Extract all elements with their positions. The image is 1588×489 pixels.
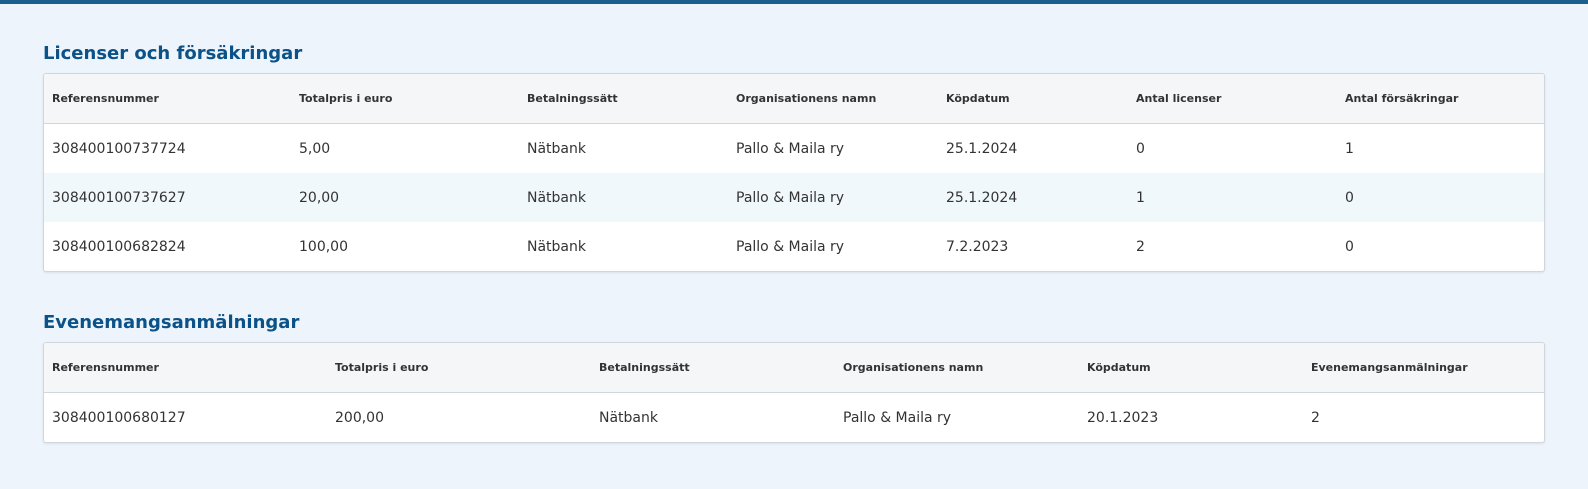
cell-evenemangsanmalningar: 2: [1311, 409, 1320, 426]
cell-betalningssatt: Nätbank: [519, 173, 728, 222]
cell-betalningssatt: Nätbank: [527, 238, 586, 255]
licenses-table: Referensnummer Totalpris i euro Betalnin…: [44, 74, 1544, 271]
cell-referensnummer: 308400100737627: [44, 173, 291, 222]
events-table-container: Referensnummer Totalpris i euro Betalnin…: [43, 342, 1545, 443]
column-header-referensnummer[interactable]: Referensnummer: [44, 74, 291, 124]
cell-antal-forsakringar: 0: [1345, 238, 1354, 255]
column-header-kopdatum[interactable]: Köpdatum: [1079, 343, 1303, 393]
table-row[interactable]: 308400100680127 200,00 Nätbank Pallo & M…: [44, 393, 1544, 443]
licenses-table-container: Referensnummer Totalpris i euro Betalnin…: [43, 73, 1545, 272]
column-header-antal-forsakringar[interactable]: Antal försäkringar: [1337, 74, 1544, 124]
cell-referensnummer: 308400100737724: [52, 140, 186, 157]
column-header-antal-licenser[interactable]: Antal licenser: [1128, 74, 1337, 124]
table-row[interactable]: 308400100682824 100,00 Nätbank Pallo & M…: [44, 222, 1544, 271]
cell-kopdatum: 25.1.2024: [938, 173, 1128, 222]
cell-kopdatum: 20.1.2023: [1087, 409, 1159, 426]
licenses-section-title: Licenser och försäkringar: [43, 43, 303, 64]
cell-totalpris: 200,00: [335, 409, 384, 426]
cell-referensnummer: 308400100682824: [52, 238, 186, 255]
events-section-title: Evenemangsanmälningar: [43, 312, 300, 333]
column-header-referensnummer[interactable]: Referensnummer: [44, 343, 327, 393]
cell-referensnummer: 308400100680127: [52, 409, 186, 426]
cell-organisationens-namn: Pallo & Maila ry: [736, 140, 845, 157]
cell-antal-licenser: 1: [1128, 173, 1337, 222]
table-row[interactable]: 308400100737627 20,00 Nätbank Pallo & Ma…: [44, 173, 1544, 222]
column-header-betalningssatt[interactable]: Betalningssätt: [591, 343, 835, 393]
cell-antal-licenser: 2: [1136, 238, 1145, 255]
events-header-row: Referensnummer Totalpris i euro Betalnin…: [44, 343, 1544, 393]
top-accent-bar: [0, 0, 1588, 4]
table-row[interactable]: 308400100737724 5,00 Nätbank Pallo & Mai…: [44, 124, 1544, 174]
events-table: Referensnummer Totalpris i euro Betalnin…: [44, 343, 1544, 442]
column-header-totalpris[interactable]: Totalpris i euro: [327, 343, 591, 393]
column-header-evenemangsanmalningar[interactable]: Evenemangsanmälningar: [1303, 343, 1544, 393]
cell-antal-forsakringar: 0: [1337, 173, 1544, 222]
cell-totalpris: 100,00: [299, 238, 348, 255]
cell-kopdatum: 25.1.2024: [946, 140, 1018, 157]
cell-totalpris: 5,00: [299, 140, 331, 157]
cell-organisationens-namn: Pallo & Maila ry: [843, 409, 952, 426]
column-header-kopdatum[interactable]: Köpdatum: [938, 74, 1128, 124]
cell-antal-licenser: 0: [1136, 140, 1145, 157]
cell-organisationens-namn: Pallo & Maila ry: [736, 238, 845, 255]
licenses-header-row: Referensnummer Totalpris i euro Betalnin…: [44, 74, 1544, 124]
column-header-organisationens-namn[interactable]: Organisationens namn: [728, 74, 938, 124]
column-header-organisationens-namn[interactable]: Organisationens namn: [835, 343, 1079, 393]
cell-betalningssatt: Nätbank: [599, 409, 658, 426]
cell-betalningssatt: Nätbank: [527, 140, 586, 157]
cell-totalpris: 20,00: [291, 173, 519, 222]
cell-kopdatum: 7.2.2023: [946, 238, 1009, 255]
cell-antal-forsakringar: 1: [1345, 140, 1354, 157]
cell-organisationens-namn: Pallo & Maila ry: [728, 173, 938, 222]
column-header-totalpris[interactable]: Totalpris i euro: [291, 74, 519, 124]
column-header-betalningssatt[interactable]: Betalningssätt: [519, 74, 728, 124]
